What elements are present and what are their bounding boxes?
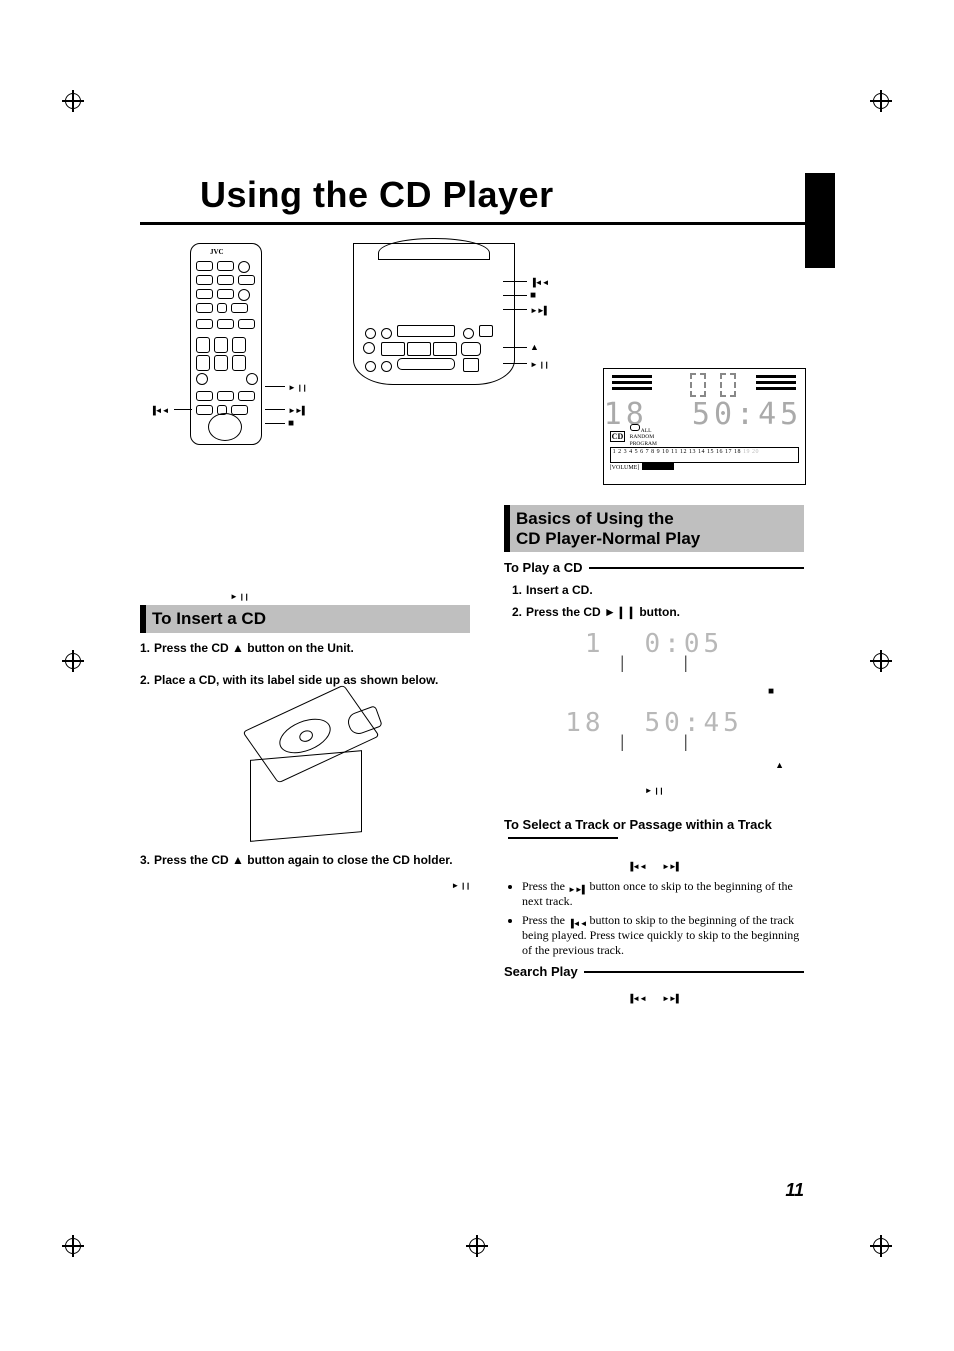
lcd-display: 18 50:45 CD ALL RANDOM PROGRAM 1 2 3 4 5… bbox=[603, 368, 806, 485]
lcd-cd-indicator: CD bbox=[610, 431, 626, 442]
play-step-2: Press the CD ►❙❙ button. bbox=[526, 605, 680, 619]
floating-play-pause-icon bbox=[230, 591, 249, 601]
inline-play-pause-icon bbox=[645, 781, 664, 797]
insert-step-3: Press the CD ▲ button again to close the… bbox=[154, 853, 453, 867]
remote-stop-label bbox=[288, 418, 294, 429]
cd-insert-illustration bbox=[220, 695, 390, 845]
page-title: Using the CD Player bbox=[200, 174, 806, 216]
unit-play-pause-label bbox=[530, 359, 549, 369]
heading-insert-cd: To Insert a CD bbox=[140, 605, 470, 633]
page-tab bbox=[805, 173, 835, 268]
heading-basics: Basics of Using theCD Player-Normal Play bbox=[504, 505, 804, 552]
trailing-play-pause-icon bbox=[451, 876, 470, 892]
remote-play-pause-label bbox=[288, 382, 307, 392]
insert-step-1: Press the CD ▲ button on the Unit. bbox=[154, 641, 354, 655]
bullet-next: Press the button once to skip to the beg… bbox=[522, 879, 804, 909]
sub-select-track: To Select a Track or Passage within a Tr… bbox=[504, 817, 804, 847]
lcd-time: 50:45 bbox=[692, 397, 802, 432]
remote-next-label bbox=[288, 405, 307, 415]
sub-search-play: Search Play bbox=[504, 964, 804, 979]
page-number: 11 bbox=[785, 1180, 804, 1201]
lcd-modes: ALL RANDOM PROGRAM bbox=[630, 425, 657, 447]
unit-stop-label bbox=[530, 290, 536, 301]
inline-next-icon bbox=[662, 857, 681, 873]
play-step-1: Insert a CD. bbox=[526, 583, 593, 597]
display-stopped: 1850:45 bbox=[504, 708, 804, 738]
remote-prev-label bbox=[150, 405, 169, 415]
unit-prev-label bbox=[530, 277, 549, 287]
search-prev-icon bbox=[627, 989, 646, 1005]
inline-stop-icon bbox=[768, 682, 774, 698]
sub-play-cd: To Play a CD bbox=[504, 560, 804, 575]
display-playing: 10:05 bbox=[504, 629, 804, 659]
lcd-volume: [VOLUME] bbox=[610, 463, 675, 472]
lcd-track-list: 1 2 3 4 5 6 7 8 9 10 11 12 13 14 15 16 1… bbox=[610, 447, 799, 463]
remote-brand: JVC bbox=[210, 248, 224, 256]
bullet-prev: Press the button to skip to the beginnin… bbox=[522, 913, 804, 958]
inline-prev-icon bbox=[627, 857, 646, 873]
remote-illustration: JVC bbox=[140, 243, 303, 453]
unit-next-label bbox=[530, 305, 549, 315]
unit-eject-label bbox=[530, 342, 539, 353]
unit-illustration bbox=[333, 243, 573, 453]
search-next-icon bbox=[662, 989, 681, 1005]
insert-step-2: Place a CD, with its label side up as sh… bbox=[154, 673, 438, 687]
title-rule bbox=[140, 222, 806, 225]
inline-eject-icon bbox=[775, 757, 784, 773]
